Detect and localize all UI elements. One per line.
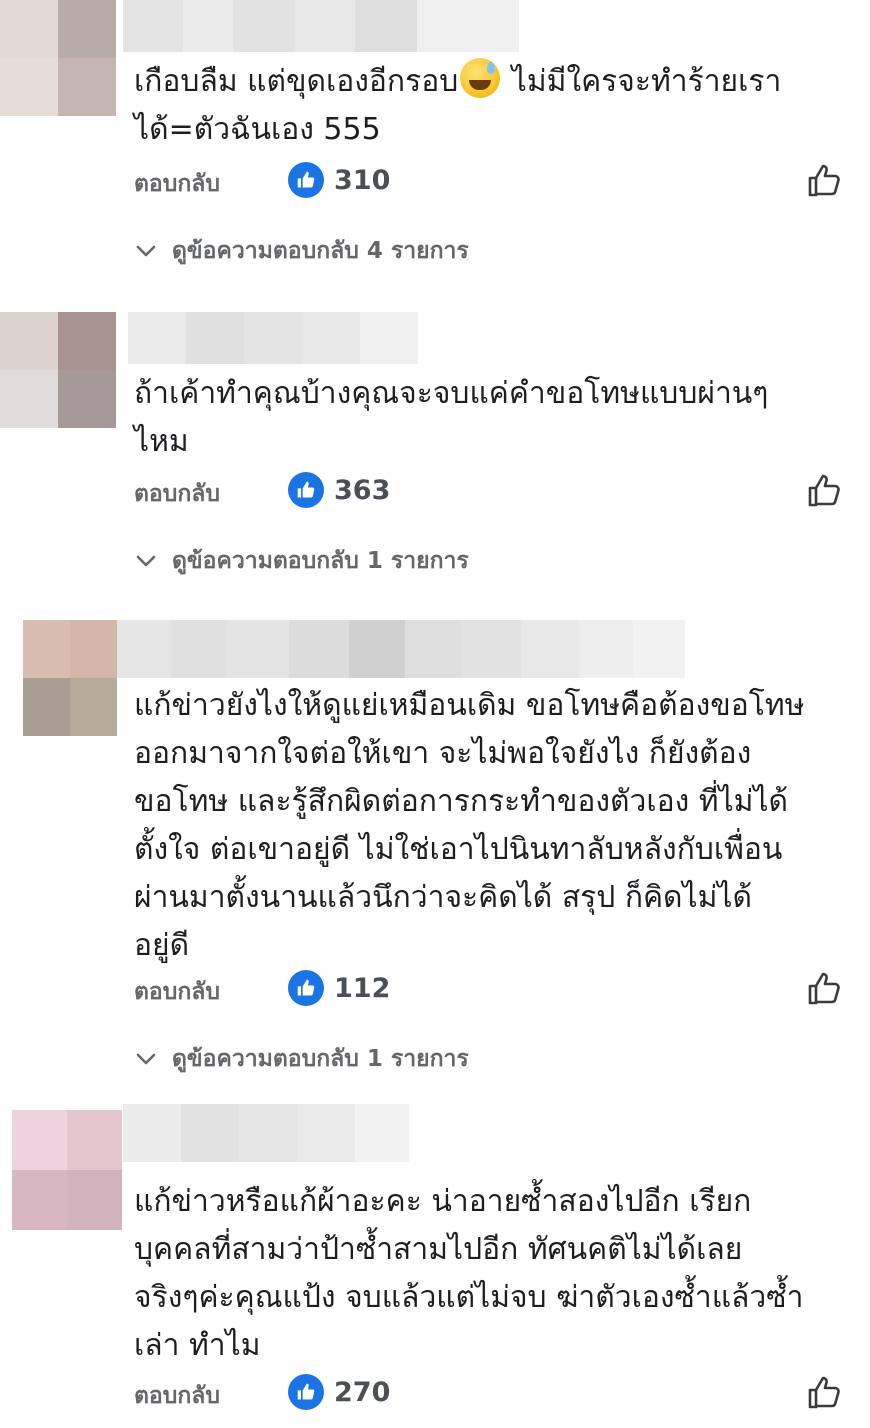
thumbs-up-outline-icon [808, 474, 840, 507]
comment-actions: ตอบกลับ 112 [134, 968, 844, 1008]
view-replies-label: ดูข้อความตอบกลับ 1 รายการ [172, 1046, 469, 1072]
avatar[interactable] [0, 0, 116, 116]
thumbs-up-icon [288, 1374, 324, 1410]
like-button[interactable] [804, 470, 844, 510]
reaction-summary[interactable]: 270 [288, 1372, 390, 1412]
commenter-name[interactable] [128, 312, 418, 364]
comment-text: ถ้าเค้าทำคุณบ้างคุณจะจบแค่คำขอโทษแบบผ่าน… [134, 376, 769, 459]
thumbs-up-icon [288, 970, 324, 1006]
view-replies-button[interactable]: ดูข้อความตอบกลับ 4 รายการ [134, 234, 469, 268]
view-replies-label: ดูข้อความตอบกลับ 4 รายการ [172, 238, 469, 264]
reply-button[interactable]: ตอบกลับ [134, 1378, 220, 1414]
view-replies-label: ดูข้อความตอบกลับ 1 รายการ [172, 548, 469, 574]
like-count: 310 [334, 164, 391, 196]
thumbs-up-outline-icon [808, 164, 840, 197]
comment-actions: ตอบกลับ 310 [134, 160, 844, 200]
chevron-down-icon [136, 1053, 156, 1065]
commenter-name[interactable] [117, 620, 685, 678]
like-button[interactable] [804, 160, 844, 200]
avatar[interactable] [12, 1110, 122, 1230]
avatar[interactable] [23, 620, 117, 736]
like-count: 112 [334, 972, 391, 1004]
thumbs-up-icon [288, 472, 324, 508]
like-button[interactable] [804, 1372, 844, 1412]
comment-text: เกือบลืม แต่ขุดเองอีกรอบ ไม่มีใครจะทำร้า… [134, 58, 854, 154]
commenter-name[interactable] [123, 0, 519, 52]
reply-button[interactable]: ตอบกลับ [134, 476, 220, 512]
thumbs-up-outline-icon [808, 1376, 840, 1409]
comment-text: แก้ข่าวยังไงให้ดูแย่เหมือนเดิม ขอโทษคือต… [134, 688, 805, 963]
view-replies-button[interactable]: ดูข้อความตอบกลับ 1 รายการ [134, 1042, 469, 1076]
reaction-summary[interactable]: 363 [288, 470, 390, 510]
like-button[interactable] [804, 968, 844, 1008]
comment-text: แก้ข่าวหรือแก้ผ้าอะคะ น่าอายซ้ำสองไปอีก … [134, 1184, 804, 1363]
view-replies-button[interactable]: ดูข้อความตอบกลับ 1 รายการ [134, 544, 469, 578]
reaction-summary[interactable]: 310 [288, 160, 390, 200]
chevron-down-icon [136, 245, 156, 257]
reaction-summary[interactable]: 112 [288, 968, 390, 1008]
like-count: 270 [334, 1376, 391, 1408]
commenter-name[interactable] [123, 1104, 409, 1162]
reply-button[interactable]: ตอบกลับ [134, 166, 220, 202]
comment-actions: ตอบกลับ 363 [134, 470, 844, 510]
comment-actions: ตอบกลับ 270 [134, 1372, 844, 1412]
grinning-face-with-sweat-icon [460, 58, 501, 98]
reply-button[interactable]: ตอบกลับ [134, 974, 220, 1010]
thumbs-up-outline-icon [808, 972, 840, 1005]
avatar[interactable] [0, 312, 116, 428]
chevron-down-icon [136, 555, 156, 567]
like-count: 363 [334, 474, 391, 506]
thumbs-up-icon [288, 162, 324, 198]
